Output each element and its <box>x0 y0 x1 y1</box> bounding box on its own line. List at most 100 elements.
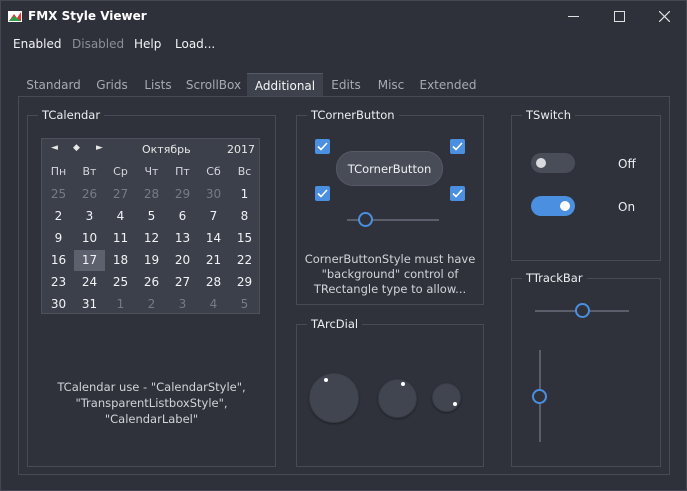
menu-enabled[interactable]: Enabled <box>13 37 62 51</box>
arc-dial-large[interactable] <box>309 373 359 423</box>
calendar-month[interactable]: Октябрь <box>142 143 191 156</box>
calendar-day[interactable]: 26 <box>74 184 105 205</box>
trackbar-group-title: TTrackBar <box>522 271 587 285</box>
calendar-today-button[interactable]: ◆ <box>73 143 80 153</box>
tab-misc[interactable]: Misc <box>371 73 411 97</box>
calendar-day[interactable]: 10 <box>74 228 105 249</box>
calendar-day[interactable]: 3 <box>167 294 198 315</box>
calendar-day[interactable]: 13 <box>167 228 198 249</box>
calendar-day[interactable]: 24 <box>74 272 105 293</box>
calendar-prev-button[interactable]: ◄ <box>51 143 58 153</box>
main-window: FMX Style Viewer Enabled Disabled Help L… <box>0 0 687 491</box>
calendar-day[interactable]: 11 <box>105 228 136 249</box>
arc-dial-small[interactable] <box>432 383 461 412</box>
switch-on[interactable] <box>531 196 575 216</box>
calendar-day[interactable]: 21 <box>198 250 229 271</box>
calendar-day[interactable]: 4 <box>105 206 136 227</box>
calendar-day[interactable]: 28 <box>136 184 167 205</box>
calendar-day[interactable]: 5 <box>229 294 260 315</box>
calendar-day[interactable]: 6 <box>167 206 198 227</box>
corner-checkbox-top-right[interactable] <box>450 139 465 154</box>
calendar-day[interactable]: 25 <box>105 272 136 293</box>
tab-grids[interactable]: Grids <box>89 73 135 97</box>
tab-standard[interactable]: Standard <box>22 73 85 97</box>
arcdial-group: TArcDial <box>296 317 484 467</box>
calendar-day[interactable]: 23 <box>43 272 74 293</box>
calendar-day[interactable]: 25 <box>43 184 74 205</box>
calendar-day[interactable]: 1 <box>229 184 260 205</box>
calendar-weekday: Ср <box>113 165 128 178</box>
calendar-day[interactable]: 19 <box>136 250 167 271</box>
calendar-day[interactable]: 28 <box>198 272 229 293</box>
calendar-weekdays: Пн Вт Ср Чт Пт Сб Вс <box>42 161 261 183</box>
calendar-day[interactable]: 30 <box>43 294 74 315</box>
close-icon <box>659 11 670 22</box>
arc-dial-medium[interactable] <box>378 379 417 418</box>
calendar-day[interactable]: 31 <box>74 294 105 315</box>
arcdial-group-title: TArcDial <box>307 317 363 331</box>
calendar-day[interactable]: 29 <box>167 184 198 205</box>
calendar-day[interactable]: 14 <box>198 228 229 249</box>
switch-off-knob <box>536 158 546 168</box>
calendar-day[interactable]: 22 <box>229 250 260 271</box>
corner-checkbox-bottom-right[interactable] <box>450 186 465 201</box>
corner-button-group: TCornerButton TCornerButton CornerButton… <box>296 108 484 305</box>
check-icon <box>452 142 463 151</box>
calendar-day[interactable]: 12 <box>136 228 167 249</box>
maximize-button[interactable] <box>596 1 642 32</box>
menu-help[interactable]: Help <box>134 37 161 51</box>
calendar-year[interactable]: 2017 <box>227 143 255 156</box>
calendar-day[interactable]: 18 <box>105 250 136 271</box>
tab-additional[interactable]: Additional <box>247 73 323 97</box>
switch-on-label: On <box>618 200 636 214</box>
calendar-day[interactable]: 3 <box>74 206 105 227</box>
calendar-day[interactable]: 5 <box>136 206 167 227</box>
corner-trackbar-thumb[interactable] <box>358 212 374 227</box>
calendar-day[interactable]: 29 <box>229 272 260 293</box>
calendar-day[interactable]: 7 <box>198 206 229 227</box>
tab-extended[interactable]: Extended <box>415 73 481 97</box>
tab-scrollbox[interactable]: ScrollBox <box>181 73 246 97</box>
check-icon <box>317 189 328 198</box>
vertical-trackbar-thumb[interactable] <box>532 389 547 404</box>
corner-note-line1: CornerButtonStyle must have <box>304 252 476 266</box>
calendar-day[interactable]: 27 <box>167 272 198 293</box>
calendar-day[interactable]: 2 <box>136 294 167 315</box>
calendar-group: TCalendar ◄ ◆ ► Октябрь 2017 Пн Вт Ср Чт Пт С… <box>27 108 276 467</box>
close-button[interactable] <box>641 1 687 32</box>
arc-dial-large-indicator <box>324 378 328 382</box>
calendar-next-button[interactable]: ► <box>96 143 103 153</box>
tab-edits[interactable]: Edits <box>326 73 366 97</box>
calendar-weekday: Пт <box>175 165 190 178</box>
calendar-day[interactable]: 16 <box>43 250 74 271</box>
calendar-day[interactable]: 17 <box>74 250 105 271</box>
tab-lists[interactable]: Lists <box>139 73 177 97</box>
trackbar-group: TTrackBar <box>511 271 661 467</box>
calendar[interactable]: ◄ ◆ ► Октябрь 2017 Пн Вт Ср Чт Пт Сб Вс 25 26 27… <box>41 138 260 314</box>
calendar-day[interactable]: 4 <box>198 294 229 315</box>
calendar-day[interactable]: 1 <box>105 294 136 315</box>
corner-button-group-title: TCornerButton <box>307 108 399 122</box>
menu-load[interactable]: Load... <box>175 37 215 51</box>
menu-disabled[interactable]: Disabled <box>72 37 124 51</box>
calendar-day[interactable]: 8 <box>229 206 260 227</box>
title-bar[interactable]: FMX Style Viewer <box>1 1 687 32</box>
switch-on-knob <box>560 201 570 211</box>
calendar-header: ◄ ◆ ► Октябрь 2017 <box>42 139 261 160</box>
calendar-day[interactable]: 27 <box>105 184 136 205</box>
corner-checkbox-bottom-left[interactable] <box>315 186 330 201</box>
corner-button[interactable]: TCornerButton <box>336 151 443 186</box>
calendar-day[interactable]: 30 <box>198 184 229 205</box>
calendar-day[interactable]: 15 <box>229 228 260 249</box>
calendar-day[interactable]: 9 <box>43 228 74 249</box>
corner-checkbox-top-left[interactable] <box>315 139 330 154</box>
calendar-day[interactable]: 20 <box>167 250 198 271</box>
minimize-button[interactable] <box>550 1 596 32</box>
horizontal-trackbar-thumb[interactable] <box>575 303 590 318</box>
calendar-note-line1: TCalendar use - "CalendarStyle", <box>57 380 246 394</box>
calendar-day[interactable]: 26 <box>136 272 167 293</box>
arc-dial-small-indicator <box>453 402 457 406</box>
arc-dial-medium-indicator <box>401 382 405 386</box>
switch-off[interactable] <box>531 153 575 173</box>
calendar-day[interactable]: 2 <box>43 206 74 227</box>
